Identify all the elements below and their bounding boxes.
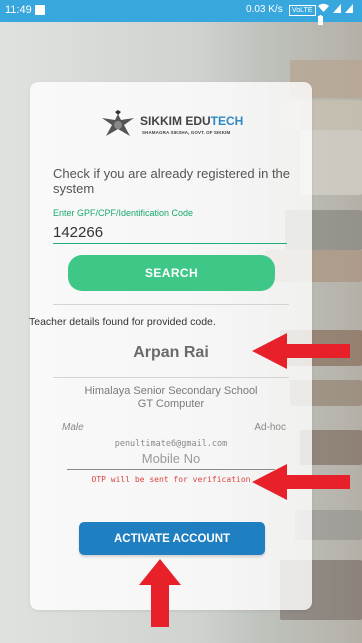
- activate-account-button[interactable]: ACTIVATE ACCOUNT: [79, 522, 265, 555]
- signal-icon: [333, 4, 342, 13]
- employment-type: Ad-hoc: [254, 422, 286, 433]
- school-name: Himalaya Senior Secondary School: [84, 385, 258, 397]
- status-bar: 11:49 0.03 K/s VoLTE: [0, 0, 362, 25]
- logo-subtitle: SHAMAGRA SIKSHA, GOVT. OF SIKKIM: [142, 130, 231, 135]
- code-field-label: Enter GPF/CPF/Identification Code: [53, 208, 194, 218]
- teacher-school: Himalaya Senior Secondary School GT Comp…: [30, 385, 312, 411]
- wifi-icon: [318, 3, 329, 12]
- registration-prompt: Check if you are already registered in t…: [53, 166, 291, 196]
- logo: SIKKIM EDUTECH SHAMAGRA SIKSHA, GOVT. OF…: [100, 110, 260, 144]
- mobile-input[interactable]: [67, 447, 275, 470]
- annotation-arrow-activate: [139, 559, 181, 627]
- divider: [53, 377, 289, 378]
- teacher-found-message: Teacher details found for provided code.: [29, 316, 216, 328]
- teacher-gender: Male: [62, 422, 84, 433]
- emblem-icon: [102, 110, 134, 136]
- teacher-subject: GT Computer: [137, 398, 205, 410]
- status-time: 11:49: [5, 4, 32, 16]
- annotation-arrow-name: [252, 333, 350, 369]
- divider: [53, 304, 289, 305]
- signal-battery-icons: [318, 3, 362, 27]
- network-speed: 0.03 K/s: [246, 4, 283, 15]
- volte-icon: VoLTE: [289, 5, 316, 16]
- logo-title: SIKKIM EDUTECH: [140, 114, 244, 128]
- signal-icon: [345, 4, 354, 13]
- search-button[interactable]: SEARCH: [68, 255, 275, 291]
- battery-icon: [318, 15, 323, 25]
- notification-icon: [35, 5, 45, 15]
- code-input[interactable]: [53, 221, 287, 244]
- annotation-arrow-mobile: [252, 464, 350, 500]
